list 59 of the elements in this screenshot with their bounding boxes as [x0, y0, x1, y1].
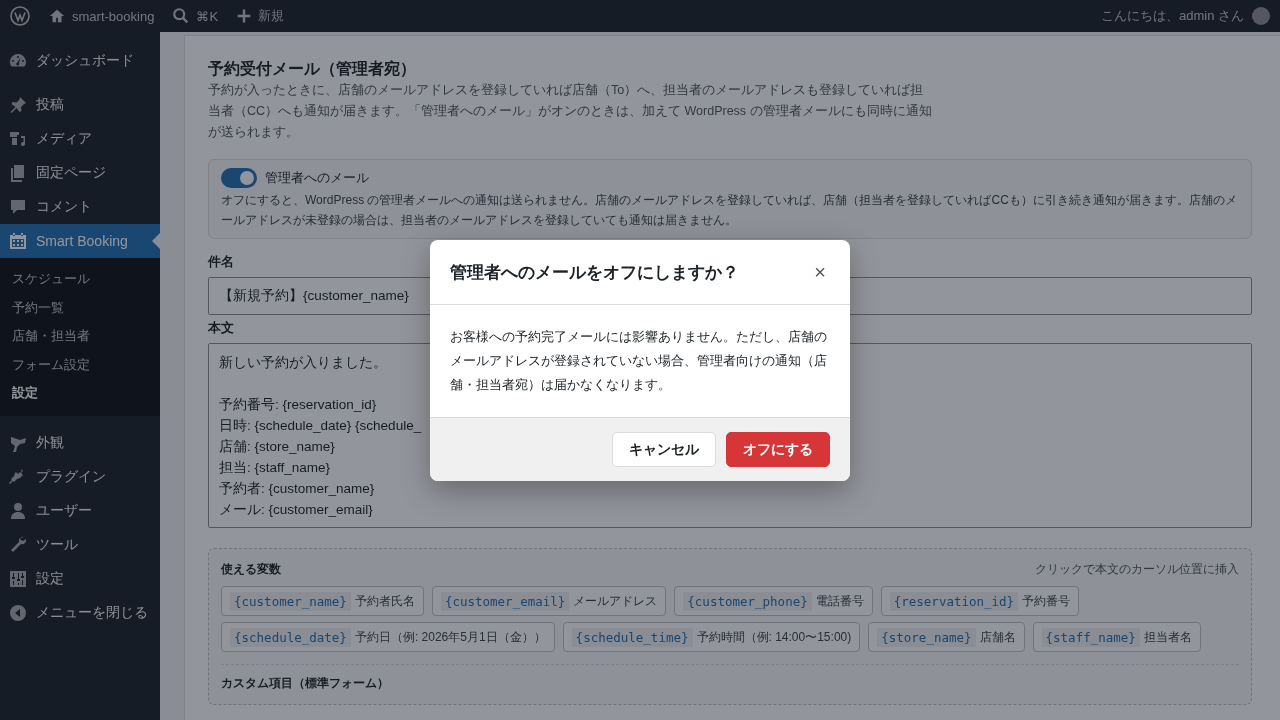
- avatar-icon[interactable]: [1252, 7, 1270, 25]
- menu-item[interactable]: メニューを閉じる: [0, 595, 160, 630]
- comment-icon: [8, 197, 28, 217]
- menu-item[interactable]: 外観: [0, 425, 160, 460]
- menu-item[interactable]: ユーザー: [0, 493, 160, 528]
- variables-hint: クリックで本文のカーソル位置に挿入: [1035, 561, 1239, 578]
- submenu-item[interactable]: スケジュール: [0, 265, 160, 294]
- submenu-item[interactable]: 設定: [0, 379, 160, 408]
- menu-item[interactable]: Smart Booking: [0, 224, 160, 258]
- cancel-button[interactable]: キャンセル: [612, 432, 716, 467]
- menu-item[interactable]: プラグイン: [0, 459, 160, 494]
- subject-label: 件名: [208, 253, 234, 271]
- menu-item[interactable]: ツール: [0, 527, 160, 562]
- site-link[interactable]: smart-booking: [72, 8, 155, 24]
- menu-item[interactable]: 設定: [0, 561, 160, 596]
- toggle-help-text: オフにすると、WordPress の管理者メールへの通知は送られません。店舗のメールアドレスを登録していれば、店舗（担当者を登録していればCCも）に引き続き通知が届きます。店舗のメールアドレスが未登録の場合は、担当者のメールアドレスを登録していても通知は届きません。: [221, 192, 1238, 229]
- pin-icon: [8, 95, 28, 115]
- variable-chip[interactable]: {customer_name} 予約者氏名: [221, 586, 424, 616]
- wordpress-logo-icon[interactable]: [10, 6, 30, 26]
- collapse-icon: [8, 602, 28, 623]
- menu-item[interactable]: 固定ページ: [0, 156, 160, 190]
- body-text-line: 新しい予約が入りました。: [219, 354, 387, 372]
- plus-icon: [236, 8, 253, 24]
- variable-chip[interactable]: {customer_email} メールアドレス: [431, 586, 667, 616]
- body-text-line: 予約番号: {reservation_id}: [219, 396, 377, 414]
- search-icon: [172, 7, 191, 25]
- submenu-item[interactable]: 店舗・担当者: [0, 322, 160, 351]
- toggle-label: 管理者へのメール: [265, 169, 369, 187]
- account-greeting[interactable]: こんにちは、admin さん: [1100, 7, 1244, 25]
- user-icon: [8, 500, 28, 521]
- section-description: 予約が入ったときに、店舗のメールアドレスを登録していれば店舗（To）へ、担当者のメールアドレスも登録していれば担当者（CC）へも通知が届きます。「管理者へのメール」がオンのときは、加えて WordPress の管理者メールにも同時に通知が送られます。: [208, 82, 933, 141]
- home-icon: [48, 7, 66, 25]
- menu-item[interactable]: 投稿: [0, 88, 160, 122]
- section-title: 予約受付メール（管理者宛）: [208, 59, 417, 79]
- variables-title: 使える変数: [221, 561, 281, 578]
- body-text-line: 担当: {staff_name}: [219, 459, 331, 477]
- menu-item[interactable]: ダッシュボード: [0, 44, 160, 78]
- body-text-line: 店舗: {store_name}: [219, 438, 335, 456]
- menu-item[interactable]: メディア: [0, 122, 160, 156]
- variable-chip[interactable]: {schedule_time} 予約時間（例: 14:00〜15:00): [562, 622, 861, 652]
- media-icon: [8, 129, 28, 149]
- toggle-switch[interactable]: [221, 168, 257, 188]
- search-shortcut[interactable]: ⌘K: [196, 8, 219, 24]
- body-text-line: 予約者: {customer_name}: [219, 480, 375, 498]
- body-text-line: 日時: {schedule_date} {schedule_: [219, 417, 422, 435]
- sliders-icon: [8, 568, 28, 589]
- submenu-item[interactable]: フォーム設定: [0, 350, 160, 379]
- body-text-line: メール: {customer_email}: [219, 501, 373, 519]
- variable-chip[interactable]: {schedule_date} 予約日（例: 2026年5月1日（金））: [221, 622, 555, 652]
- body-label: 本文: [208, 319, 234, 337]
- variable-chip[interactable]: {reservation_id} 予約番号: [880, 586, 1080, 616]
- menu-item[interactable]: コメント: [0, 190, 160, 224]
- custom-fields-title: カスタム項目（標準フォーム）: [221, 675, 390, 692]
- confirm-button[interactable]: オフにする: [726, 432, 830, 467]
- new-link[interactable]: 新規: [258, 7, 285, 25]
- calendar-icon: [8, 231, 28, 251]
- variable-chip[interactable]: {store_name} 店舗名: [868, 622, 1025, 652]
- variable-chip[interactable]: {staff_name} 担当者名: [1032, 622, 1201, 652]
- variable-chip[interactable]: {customer_phone} 電話番号: [674, 586, 873, 616]
